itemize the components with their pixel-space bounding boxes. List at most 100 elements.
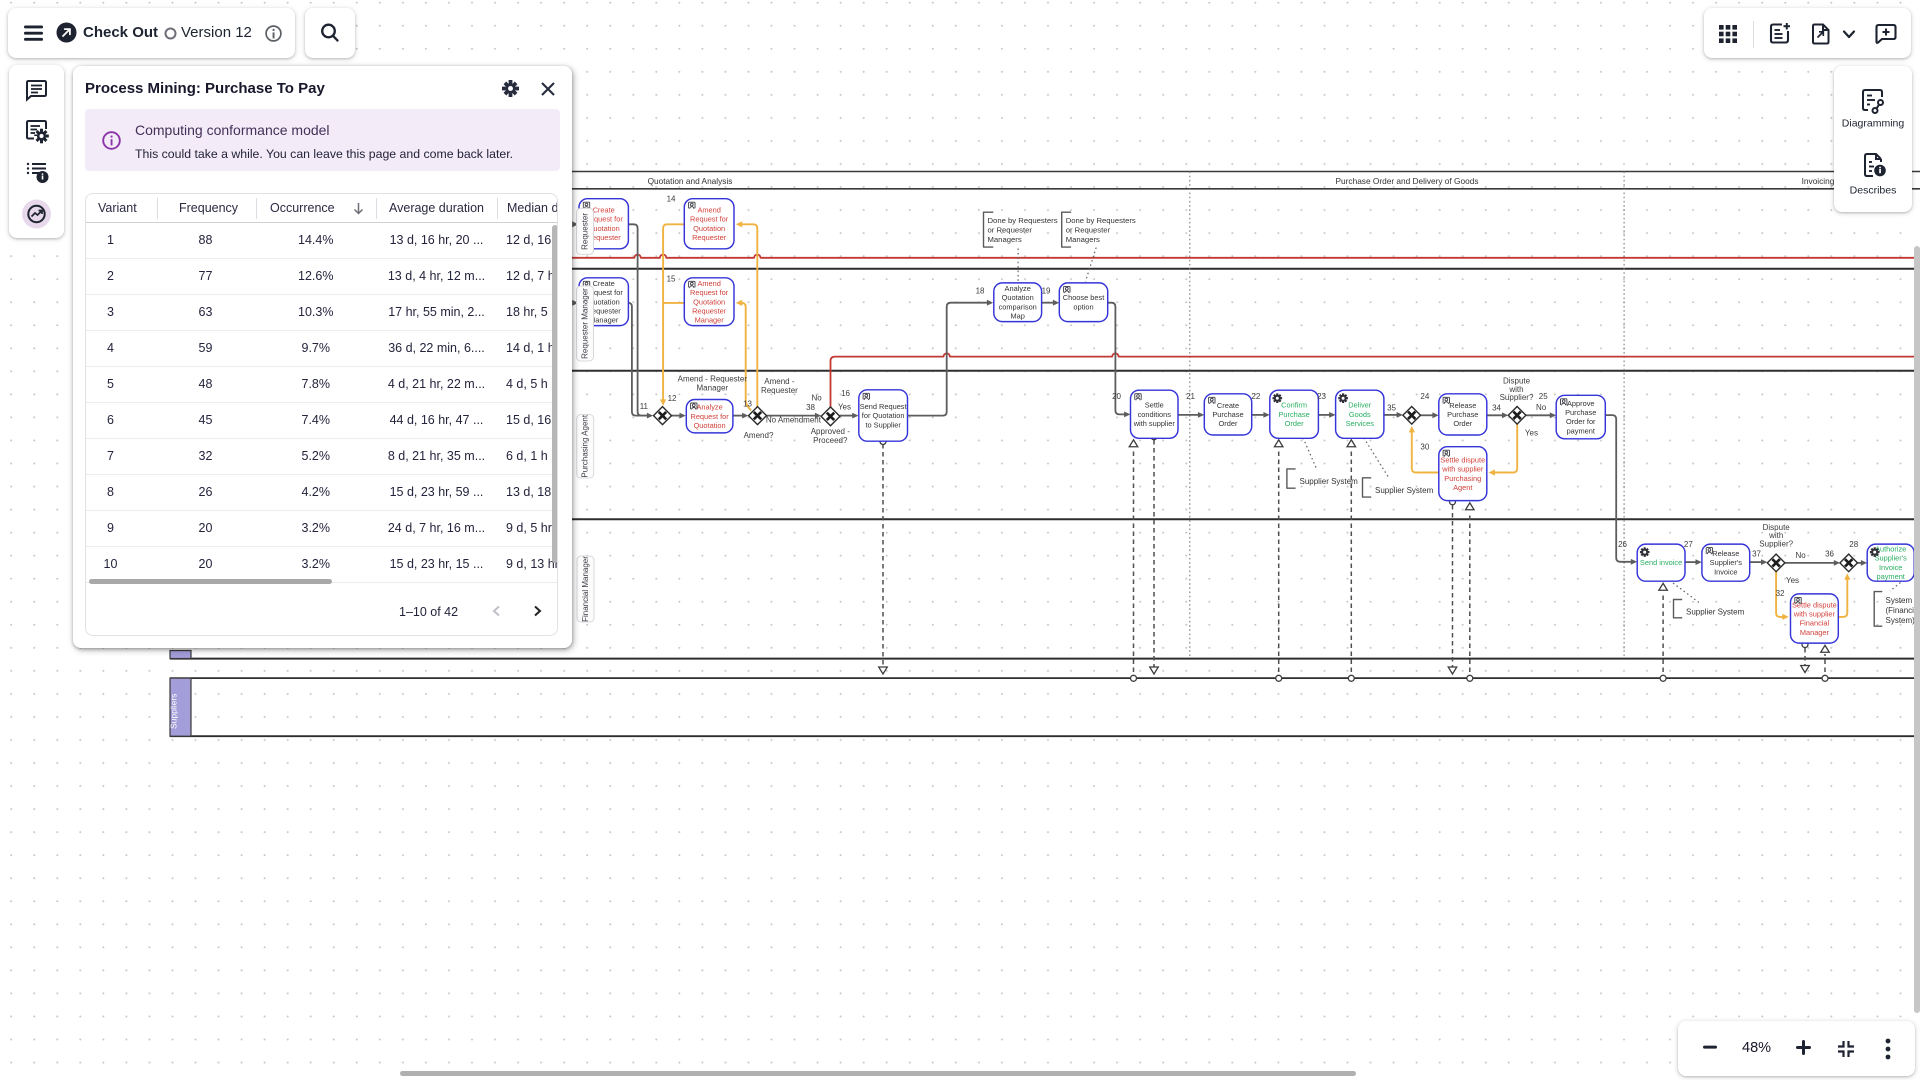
svg-text:Invoicing: Invoicing [1802,176,1835,186]
svg-text:Order: Order [1219,419,1238,428]
svg-text:Request for: Request for [690,288,729,297]
svg-text:Yes: Yes [1525,428,1538,437]
svg-text:Amend: Amend [697,279,720,288]
svg-text:Done by Requesters: Done by Requesters [1066,216,1136,225]
svg-text:Yes: Yes [838,403,851,412]
svg-text:Goods: Goods [1349,410,1371,419]
svg-text:Send Request: Send Request [860,402,907,411]
svg-text:26: 26 [1618,540,1627,549]
svg-text:Order for: Order for [1566,417,1596,426]
svg-text:Create: Create [593,206,615,215]
svg-text:with supplier: with supplier [1133,419,1176,428]
svg-text:36: 36 [1825,549,1834,558]
svg-text:Manager: Manager [697,384,729,393]
svg-text:Quotation and Analysis: Quotation and Analysis [648,176,733,186]
svg-text:Approve: Approve [1567,399,1595,408]
svg-text:30: 30 [1420,443,1429,452]
svg-text:Purchasing Agent: Purchasing Agent [581,414,590,477]
svg-text:Yes: Yes [1786,576,1799,585]
svg-text:22: 22 [1251,392,1260,401]
svg-text:Settle dispute: Settle dispute [1440,455,1485,464]
svg-text:Create: Create [1217,401,1239,410]
svg-text:Purchase Order and Delivery of: Purchase Order and Delivery of Goods [1336,176,1479,186]
svg-text:to Supplier: to Supplier [865,420,901,429]
svg-text:Requester Manager: Requester Manager [581,288,590,359]
svg-text:37: 37 [1752,549,1761,558]
svg-text:Order: Order [1285,419,1304,428]
svg-text:Quotation: Quotation [693,224,725,233]
svg-text:27: 27 [1684,540,1693,549]
svg-text:Describes: Describes [1850,184,1897,196]
svg-text:Analyze: Analyze [696,403,722,412]
svg-text:Agent: Agent [1453,483,1472,492]
svg-text:Purchase: Purchase [1565,408,1596,417]
svg-text:25: 25 [1539,392,1548,401]
svg-text:payment: payment [1877,572,1905,581]
svg-text:Requester: Requester [692,306,727,315]
svg-text:Analyze: Analyze [1005,284,1031,293]
svg-text:Release: Release [1449,401,1476,410]
svg-text:Proceed?: Proceed? [813,436,848,445]
svg-text:15: 15 [667,275,676,284]
svg-text:or Requester: or Requester [1066,226,1111,235]
svg-text:32: 32 [1776,589,1785,598]
svg-text:Amend -: Amend - [764,377,795,386]
svg-text:with supplier: with supplier [1793,609,1836,618]
svg-text:Suppliers: Suppliers [168,694,178,729]
svg-text:Amend - Requester: Amend - Requester [678,374,748,383]
svg-text:comparison: comparison [999,302,1037,311]
svg-text:No Amendment: No Amendment [766,416,822,425]
svg-text:20: 20 [1112,392,1121,401]
svg-text:Supplier?: Supplier? [1759,539,1793,548]
svg-text:Amend: Amend [697,206,720,215]
svg-text:13: 13 [743,400,752,409]
svg-text:Managers: Managers [988,235,1022,244]
svg-text:Request for: Request for [690,215,729,224]
svg-text:payment: payment [1567,426,1595,435]
svg-text:No: No [1536,403,1547,412]
svg-text:Invoice: Invoice [1879,563,1902,572]
svg-text:Managers: Managers [1066,235,1100,244]
svg-text:Financial Manager: Financial Manager [581,556,590,622]
svg-text:Create: Create [593,279,615,288]
svg-text:System: System [1886,596,1913,605]
svg-text:Invoice: Invoice [1714,567,1737,576]
svg-text:Manager: Manager [695,316,725,325]
svg-text:or Requester: or Requester [988,226,1033,235]
svg-text:Supplier System: Supplier System [1300,477,1359,486]
svg-text:Financial: Financial [1800,619,1830,628]
svg-text:System): System) [1886,616,1916,625]
svg-text:Deliver: Deliver [1348,401,1372,410]
svg-text:16: 16 [841,389,850,398]
svg-text:Approved -: Approved - [811,427,850,436]
svg-text:Supplier's: Supplier's [1875,554,1908,563]
svg-text:Quotation: Quotation [693,297,725,306]
svg-text:Diagramming: Diagramming [1842,118,1905,130]
svg-text:34: 34 [1492,403,1501,412]
svg-text:Done by Requesters: Done by Requesters [988,216,1058,225]
svg-text:28: 28 [1849,540,1858,549]
svg-text:11: 11 [640,402,649,411]
svg-text:23: 23 [1317,392,1326,401]
svg-text:Purchasing: Purchasing [1444,474,1481,483]
svg-text:Release: Release [1712,549,1739,558]
svg-text:option: option [1073,302,1093,311]
svg-text:Settle: Settle [1145,401,1164,410]
svg-text:35: 35 [1387,403,1396,412]
svg-text:Quotation: Quotation [694,421,726,430]
svg-text:14: 14 [667,195,676,204]
svg-text:Requester: Requester [581,213,590,250]
svg-text:Supplier's: Supplier's [1710,558,1743,567]
svg-text:18: 18 [976,287,985,296]
svg-text:12: 12 [668,394,677,403]
svg-text:Requester: Requester [761,386,798,395]
svg-text:Supplier System: Supplier System [1686,608,1745,617]
svg-text:Choose best: Choose best [1063,293,1105,302]
svg-text:Purchase: Purchase [1278,410,1309,419]
svg-text:24: 24 [1420,392,1429,401]
svg-text:Request for: Request for [690,412,729,421]
svg-text:19: 19 [1042,287,1051,296]
svg-text:Purchase: Purchase [1447,410,1478,419]
svg-text:Order: Order [1453,419,1472,428]
svg-text:Amend?: Amend? [744,431,774,440]
